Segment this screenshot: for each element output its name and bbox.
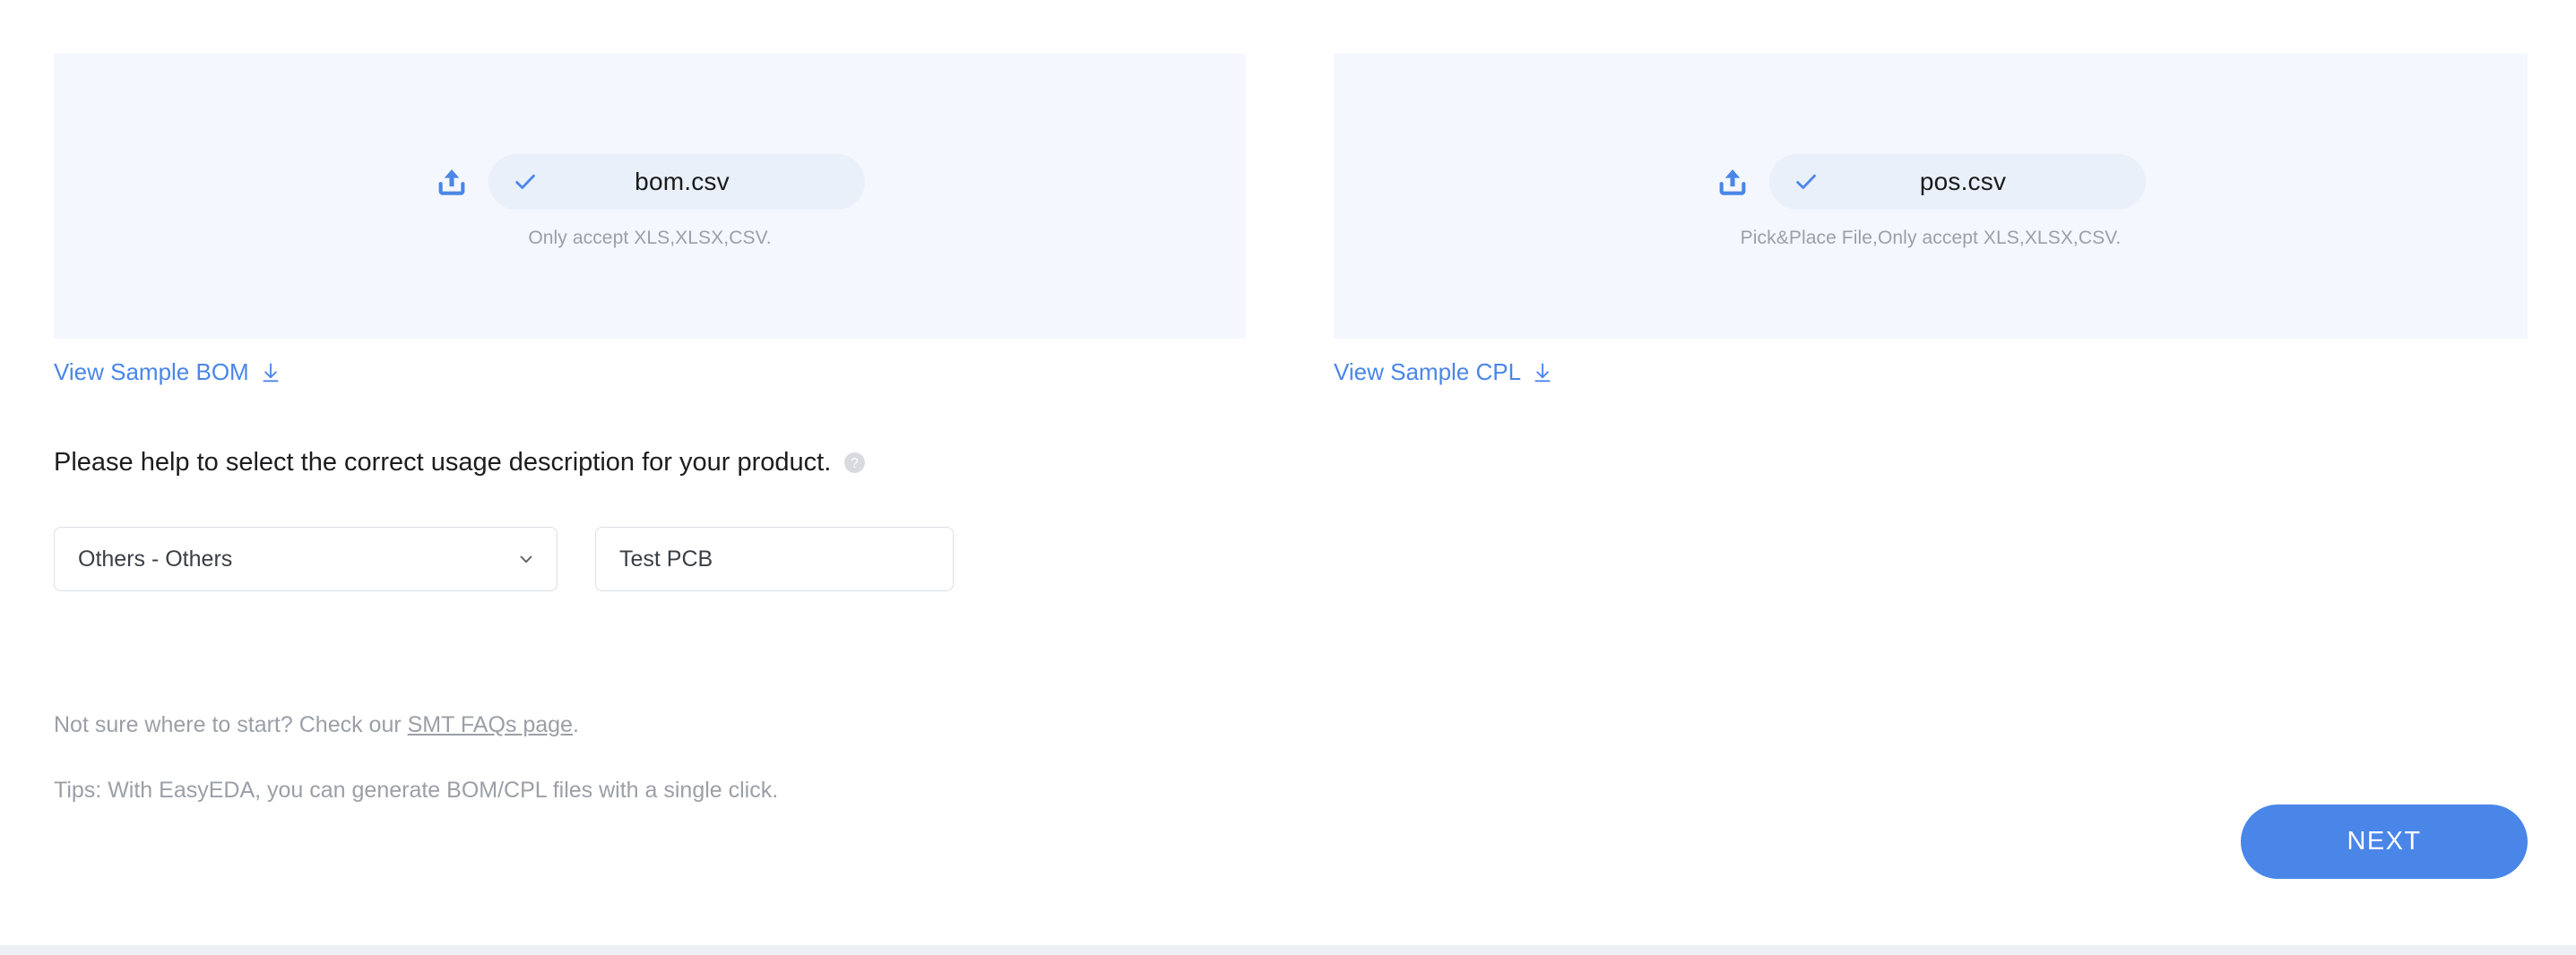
svg-text:?: ? bbox=[851, 456, 859, 471]
view-sample-cpl-link[interactable]: View Sample CPL bbox=[1334, 358, 1554, 386]
bom-upload-content: bom.csv Only accept XLS,XLSX,CSV. bbox=[54, 154, 1246, 249]
faq-note-prefix: Not sure where to start? Check our bbox=[54, 712, 408, 737]
cpl-upload-line: pos.csv bbox=[1716, 154, 2146, 210]
smt-faqs-page-link[interactable]: SMT FAQs page bbox=[408, 712, 573, 737]
bom-upload-dropzone[interactable]: bom.csv Only accept XLS,XLSX,CSV. bbox=[54, 54, 1246, 339]
cpl-file-name: pos.csv bbox=[1919, 168, 2007, 195]
usage-form-row: Others - Others bbox=[54, 527, 954, 591]
usage-category-select[interactable]: Others - Others bbox=[54, 527, 558, 591]
upload-icon[interactable] bbox=[435, 165, 469, 199]
tips-note: Tips: With EasyEDA, you can generate BOM… bbox=[54, 778, 779, 803]
bom-upload-line: bom.csv bbox=[435, 154, 865, 210]
usage-description-label: Please help to select the correct usage … bbox=[54, 448, 832, 477]
bom-file-name: bom.csv bbox=[635, 168, 730, 195]
faq-note-suffix: . bbox=[572, 712, 579, 737]
cpl-accept-note: Pick&Place File,Only accept XLS,XLSX,CSV… bbox=[1740, 228, 2122, 248]
view-sample-bom-label: View Sample BOM bbox=[54, 358, 249, 385]
bom-file-chip[interactable]: bom.csv bbox=[488, 154, 865, 210]
download-icon bbox=[263, 362, 279, 382]
usage-category-value: Others - Others bbox=[78, 546, 233, 572]
bom-accept-note: Only accept XLS,XLSX,CSV. bbox=[528, 228, 772, 248]
product-name-input[interactable] bbox=[595, 527, 954, 591]
check-icon bbox=[1796, 174, 1816, 189]
check-icon bbox=[515, 174, 535, 189]
question-mark-circle-icon[interactable]: ? bbox=[843, 452, 866, 474]
cpl-file-chip[interactable]: pos.csv bbox=[1769, 154, 2146, 210]
faq-note: Not sure where to start? Check our SMT F… bbox=[54, 712, 579, 738]
cpl-upload-content: pos.csv Pick&Place File,Only accept XLS,… bbox=[1334, 154, 2528, 249]
usage-description-heading: Please help to select the correct usage … bbox=[54, 448, 866, 478]
chevron-down-icon bbox=[520, 555, 532, 564]
upload-icon[interactable] bbox=[1716, 165, 1750, 199]
next-button[interactable]: NEXT bbox=[2241, 804, 2528, 879]
download-icon bbox=[1534, 362, 1551, 382]
upload-panels-row: bom.csv Only accept XLS,XLSX,CSV. pos.cs… bbox=[0, 54, 2576, 339]
bottom-divider-band bbox=[0, 945, 2576, 955]
cpl-upload-dropzone[interactable]: pos.csv Pick&Place File,Only accept XLS,… bbox=[1334, 54, 2528, 339]
view-sample-bom-link[interactable]: View Sample BOM bbox=[54, 358, 282, 386]
view-sample-cpl-label: View Sample CPL bbox=[1334, 358, 1522, 385]
